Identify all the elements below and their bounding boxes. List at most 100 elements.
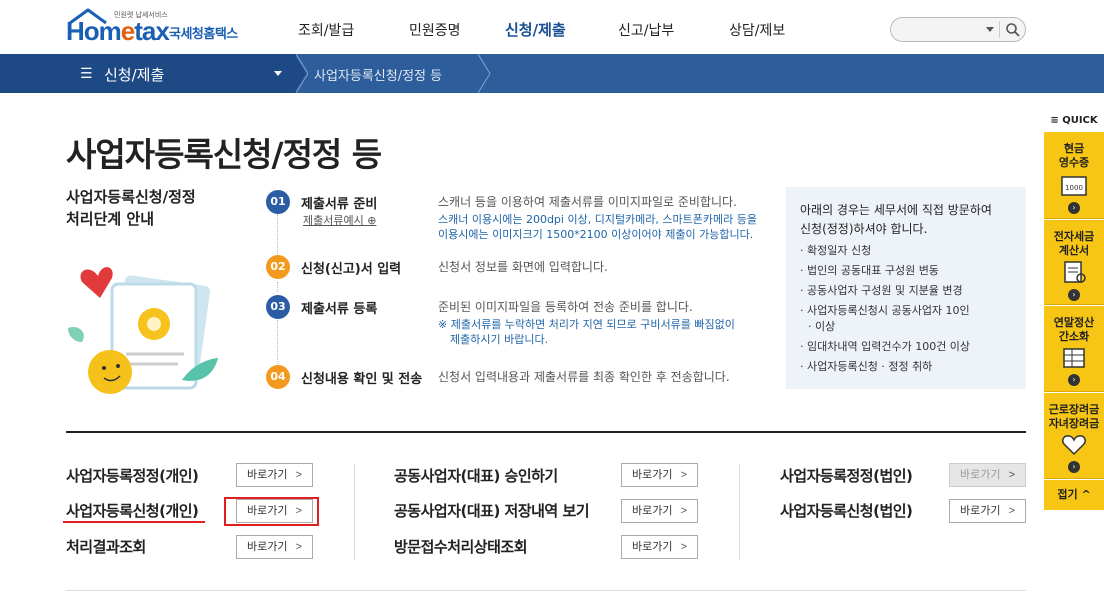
section-divider <box>66 431 1026 433</box>
info-list: 확정일자 신청 법인의 공동대표 구성원 변동 공동사업자 구성원 및 지분율 … <box>800 243 970 379</box>
service-label: 사업자등록정정(법인) <box>780 467 913 485</box>
menu-apply-submit[interactable]: 신청/제출 <box>505 19 566 40</box>
step-connector <box>277 282 278 292</box>
chevron-up-icon: ^ <box>1081 488 1091 501</box>
menu-certificates[interactable]: 민원증명 <box>409 20 461 40</box>
quick-item-label: 근로장려금 자녀장려금 <box>1048 403 1100 430</box>
step-description: 신청서 입력내용과 제출서류를 최종 확인한 후 전송합니다. <box>438 370 730 384</box>
hometax-logo[interactable]: 민원렛 납세서비스 Hometax 국세청홈택스 <box>66 8 256 46</box>
sample-documents-link[interactable]: 제출서류예시 ⊕ <box>303 212 376 228</box>
breadcrumb-separator-icon <box>478 54 491 93</box>
info-heading: 아래의 경우는 세무서에 직접 방문하여 신청(정정)하셔야 합니다. <box>800 203 992 236</box>
receipt-icon: 1000 <box>1061 176 1087 196</box>
service-label: 사업자등록정정(개인) <box>66 467 199 485</box>
step-connector <box>277 320 278 366</box>
chevron-right-icon: › <box>1068 202 1080 214</box>
service-label: 사업자등록신청(법인) <box>780 502 913 520</box>
chevron-right-icon: > <box>680 541 687 553</box>
current-menu-dropdown[interactable]: ☰ 신청/제출 <box>0 54 296 93</box>
go-button-co-owner-approve[interactable]: 바로가기 > <box>621 463 698 487</box>
service-label: 방문접수처리상태조회 <box>394 538 528 556</box>
page-title: 사업자등록신청/정정 등 <box>66 135 382 174</box>
process-guide-title: 사업자등록신청/정정 처리단계 안내 <box>66 188 196 228</box>
breadcrumb[interactable]: 사업자등록신청/정정 등 <box>314 65 442 84</box>
go-button-correction-corporate[interactable]: 바로가기 > <box>949 463 1026 487</box>
service-label: 처리결과조회 <box>66 538 146 556</box>
service-label: 사업자등록신청(개인) <box>66 502 199 520</box>
search-box[interactable] <box>890 17 1026 42</box>
step-description: 신청서 정보를 화면에 입력합니다. <box>438 260 608 274</box>
step-title: 제출서류 등록 <box>301 302 378 317</box>
column-divider <box>354 464 355 560</box>
go-button-result-inquiry[interactable]: 바로가기 > <box>236 535 313 559</box>
list-item: 사업자등록신청 · 정정 취하 <box>800 359 970 375</box>
quick-item-label: 전자세금 계산서 <box>1053 230 1095 257</box>
chevron-right-icon: › <box>1068 289 1080 301</box>
step-connector <box>277 214 278 254</box>
go-button-correction-individual[interactable]: 바로가기 > <box>236 463 313 487</box>
step-description: 준비된 이미지파일을 등록하여 전송 준비를 합니다. <box>438 300 693 314</box>
step-number: 03 <box>266 295 290 319</box>
chevron-right-icon: > <box>680 505 687 517</box>
step-title: 제출서류 준비 <box>301 197 378 212</box>
step-note: ※ 제출서류를 누락하면 처리가 지연 되므로 구비서류를 빠짐없이 제출하시기… <box>438 318 735 346</box>
step-note: 스캐너 이용시에는 200dpi 이상, 디지털카메라, 스마트폰카메라 등을 … <box>438 213 757 241</box>
chevron-right-icon: › <box>1068 461 1080 473</box>
menu-report-pay[interactable]: 신고/납부 <box>618 20 674 40</box>
quick-item-label: 연말정산 간소화 <box>1053 316 1095 343</box>
step-title: 신청내용 확인 및 전송 <box>301 372 423 387</box>
logo-text: Hometax <box>66 16 170 46</box>
header: 민원렛 납세서비스 Hometax 국세청홈택스 조회/발급 민원증명 신청/제… <box>0 0 1104 54</box>
chevron-down-icon[interactable] <box>986 27 994 32</box>
current-menu-label: 신청/제출 <box>104 66 165 84</box>
chevron-right-icon: > <box>295 541 302 553</box>
list-item: 확정일자 신청 <box>800 243 970 259</box>
chevron-right-icon: > <box>1008 469 1015 481</box>
location-bar: ☰ 신청/제출 사업자등록신청/정정 등 <box>0 54 1104 93</box>
list-item: 법인의 공동대표 구성원 변동 <box>800 263 970 279</box>
list-item-continued: 이상 <box>800 319 970 335</box>
list-item: 사업자등록신청시 공동사업자 10인 <box>800 303 970 319</box>
step-number: 01 <box>266 190 290 214</box>
list-item: 임대차내역 입력건수가 100건 이상 <box>800 339 970 355</box>
service-label: 공동사업자(대표) 승인하기 <box>394 467 558 485</box>
quick-item-e-invoice[interactable]: 전자세금 계산서 › <box>1044 220 1104 305</box>
step-number: 02 <box>266 255 290 279</box>
column-divider <box>739 464 740 560</box>
menu-consult[interactable]: 상담/제보 <box>729 20 785 40</box>
go-button-registration-corporate[interactable]: 바로가기 > <box>949 499 1026 523</box>
quick-item-label: 현금 영수증 <box>1058 142 1090 169</box>
quick-menu: ≡ QUICK 현금 영수증 1000 › 전자세금 계산서 › 연말정산 간소화 ›… <box>1044 110 1104 510</box>
visit-required-info-box: 아래의 경우는 세무서에 직접 방문하여 신청(정정)하셔야 합니다. 확정일자… <box>786 187 1026 389</box>
menu-inquiry[interactable]: 조회/발급 <box>298 20 354 40</box>
step-number: 04 <box>266 365 290 389</box>
go-button-co-owner-saved[interactable]: 바로가기 > <box>621 499 698 523</box>
step-description: 스캐너 등을 이용하여 제출서류를 이미지파일로 준비합니다. <box>438 195 737 209</box>
go-button-visit-status[interactable]: 바로가기 > <box>621 535 698 559</box>
heart-icon <box>1062 435 1086 456</box>
highlight-underline <box>63 521 205 523</box>
breadcrumb-separator-icon <box>294 54 308 93</box>
chevron-right-icon: > <box>680 469 687 481</box>
quick-menu-collapse-button[interactable]: 접기 ^ <box>1044 480 1104 510</box>
quick-item-incentive[interactable]: 근로장려금 자녀장려금 › <box>1044 393 1104 479</box>
table-icon <box>1063 348 1085 368</box>
quick-menu-header: ≡ QUICK <box>1050 115 1098 126</box>
svg-text:1000: 1000 <box>1065 184 1083 192</box>
service-label: 공동사업자(대표) 저장내역 보기 <box>394 502 590 520</box>
chevron-right-icon: › <box>1068 374 1080 386</box>
chevron-right-icon: > <box>1008 505 1015 517</box>
quick-item-year-end[interactable]: 연말정산 간소화 › <box>1044 306 1104 392</box>
menu-icon: ☰ <box>80 66 93 82</box>
chevron-down-icon <box>274 71 282 76</box>
quick-item-cash-receipt[interactable]: 현금 영수증 1000 › <box>1044 132 1104 219</box>
chevron-right-icon: > <box>295 469 302 481</box>
plus-circle-icon: ⊕ <box>367 214 377 227</box>
document-illustration <box>68 267 218 394</box>
list-item: 공동사업자 구성원 및 지분율 변경 <box>800 283 970 299</box>
document-icon <box>1064 261 1086 283</box>
bottom-divider <box>66 590 1026 591</box>
search-icon[interactable] <box>1004 21 1022 39</box>
divider <box>999 21 1000 38</box>
step-title: 신청(신고)서 입력 <box>301 262 402 277</box>
